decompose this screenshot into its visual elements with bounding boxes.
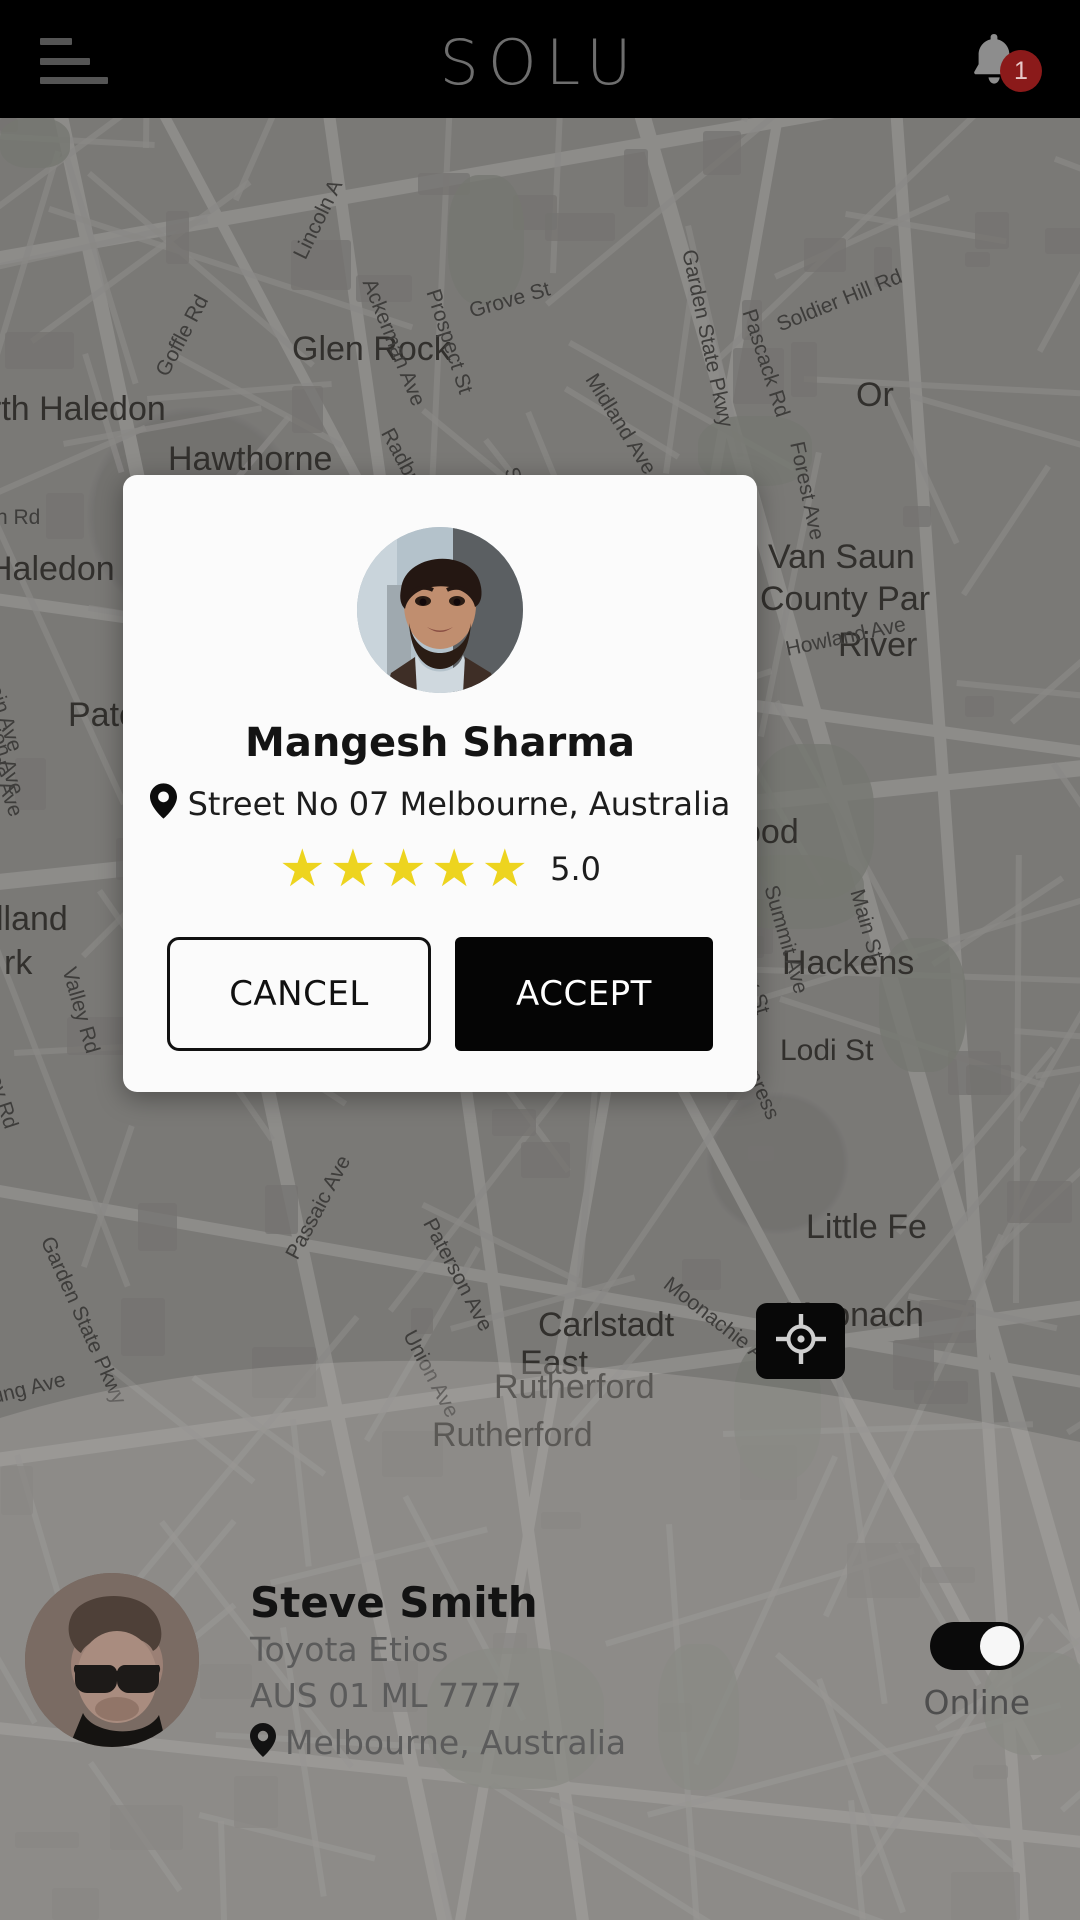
- notifications-button[interactable]: 1: [962, 30, 1048, 92]
- rider-address: Street No 07 Melbourne, Australia: [187, 784, 731, 823]
- star-icon: ★: [278, 840, 326, 898]
- driver-avatar: [25, 1573, 199, 1747]
- map-place-label: County Par: [760, 580, 931, 618]
- driver-status-panel: Steve Smith Toyota Etios AUS 01 ML 7777 …: [0, 1330, 1080, 1920]
- modal-actions: CANCEL ACCEPT: [167, 937, 713, 1051]
- app-header: SOLU 1: [0, 0, 1080, 118]
- rider-address-row: Street No 07 Melbourne, Australia: [123, 783, 757, 824]
- driver-info: Steve Smith Toyota Etios AUS 01 ML 7777 …: [250, 1580, 626, 1762]
- accept-button[interactable]: ACCEPT: [455, 937, 713, 1051]
- map-pin-icon: [250, 1723, 276, 1762]
- rating-row: ★ ★ ★ ★ ★ 5.0: [123, 843, 757, 895]
- toggle-knob: [979, 1626, 1020, 1666]
- ride-request-modal: Mangesh Sharma Street No 07 Melbourne, A…: [123, 475, 757, 1092]
- rating-value: 5.0: [550, 850, 601, 888]
- my-location-button[interactable]: [756, 1303, 845, 1379]
- map-place-label: lland: [0, 900, 68, 938]
- map-place-label: rk: [4, 944, 33, 982]
- online-status-control: Online: [924, 1622, 1030, 1722]
- map-pin-icon: [149, 783, 177, 824]
- map-place-label: Or: [856, 376, 894, 414]
- crosshair-target-icon: [775, 1313, 827, 1370]
- map-place-label: Van Saun: [768, 538, 915, 576]
- driver-location: Melbourne, Australia: [285, 1723, 627, 1763]
- driver-name: Steve Smith: [250, 1578, 538, 1627]
- rider-avatar: [357, 527, 523, 693]
- app-logo: SOLU: [439, 26, 641, 99]
- star-icon: ★: [481, 840, 529, 898]
- star-icon: ★: [380, 840, 427, 898]
- driver-vehicle: Toyota Etios: [250, 1630, 449, 1670]
- map-place-label: Haledon: [0, 550, 115, 588]
- map-place-label: Hawthorne: [168, 440, 333, 478]
- notification-badge: 1: [1000, 50, 1042, 92]
- driver-plate: AUS 01 ML 7777: [250, 1676, 522, 1716]
- star-icon: ★: [430, 840, 478, 898]
- rider-name: Mangesh Sharma: [245, 720, 635, 766]
- map-place-label: Lodi St: [780, 1034, 874, 1067]
- online-status-label: Online: [923, 1683, 1030, 1722]
- map-place-label: rth Haledon: [0, 390, 166, 428]
- rating-stars: ★ ★ ★ ★ ★: [279, 843, 528, 895]
- cancel-button[interactable]: CANCEL: [167, 937, 431, 1051]
- map-place-label: Little Fe: [806, 1208, 927, 1246]
- star-icon: ★: [329, 840, 377, 898]
- online-toggle-switch[interactable]: [929, 1622, 1024, 1670]
- driver-location-row: Melbourne, Australia: [250, 1723, 626, 1762]
- map-street-label: n Rd: [0, 506, 41, 529]
- map-place-label: Glen Rock: [292, 330, 451, 368]
